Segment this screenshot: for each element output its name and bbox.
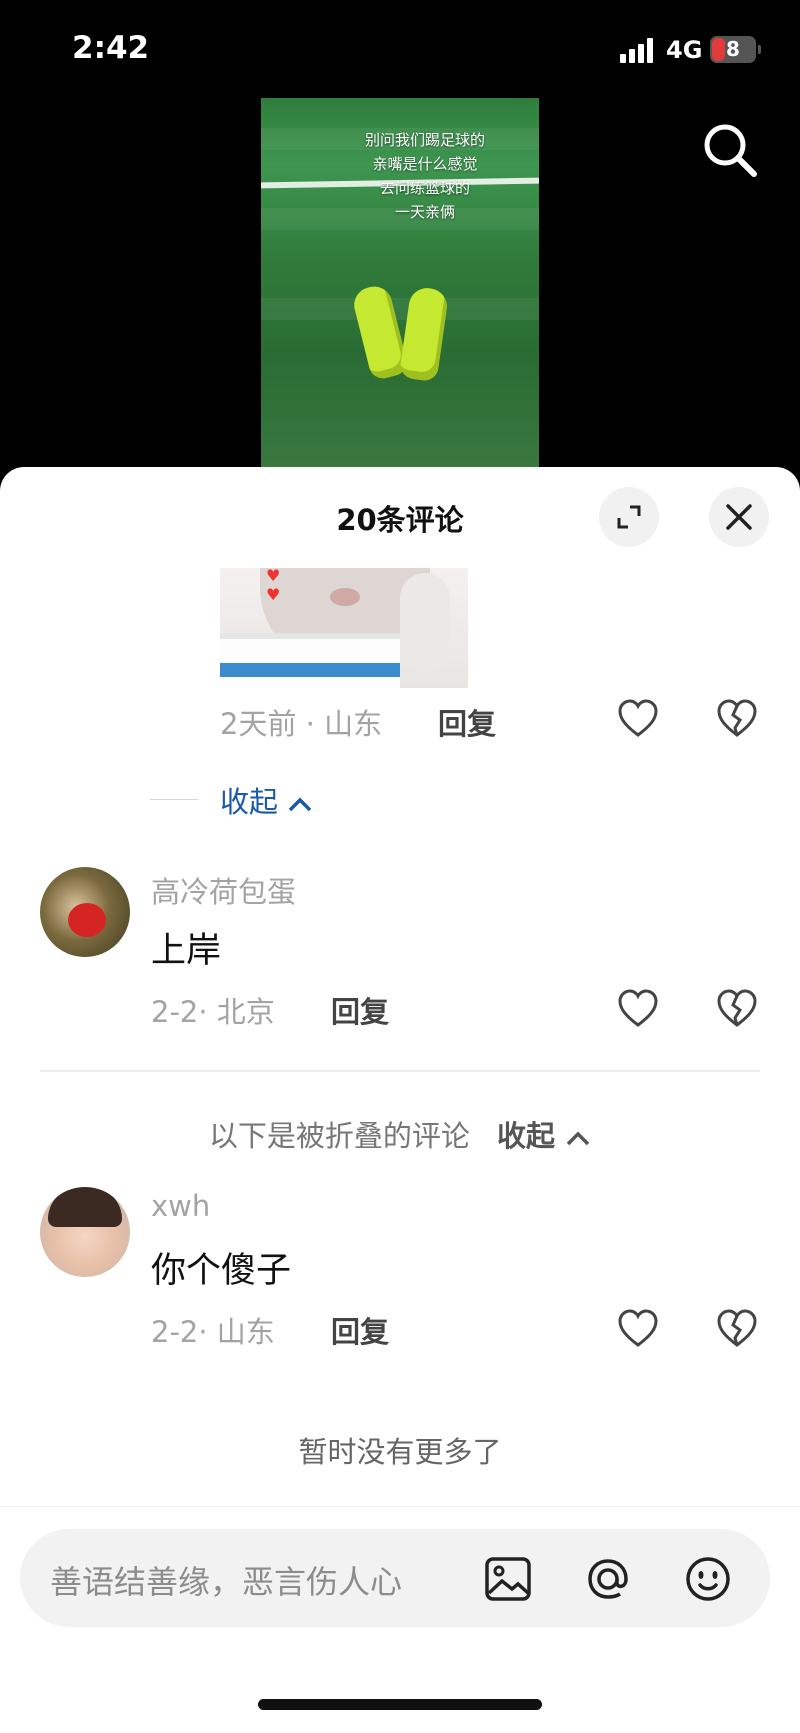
caption-line: 去问练篮球的 [379,179,470,197]
signal-icon [620,37,656,63]
folded-collapse-label: 收起 [497,1119,556,1153]
folded-comments-label: 以下是被折叠的评论 [208,1119,470,1153]
emoji-icon[interactable] [682,1553,734,1605]
comment-input[interactable]: 善语结善缘，恶言伤人心 [20,1529,770,1627]
reply-meta: 2天前 · 山东 [220,707,383,741]
heart-icon[interactable] [616,1307,660,1351]
battery-icon: 8 [710,36,761,63]
comment-meta: 2-2· 山东 [151,1315,275,1349]
close-button[interactable] [709,487,769,547]
caption-line: 亲嘴是什么感觉 [372,155,478,173]
image-icon[interactable] [482,1553,534,1605]
folded-collapse-button[interactable]: 收起 [497,1119,591,1153]
sticker-image[interactable]: ♥ ♥ [220,568,468,688]
at-icon[interactable] [582,1553,634,1605]
video-thumbnail[interactable]: 别问我们踢足球的 亲嘴是什么感觉 去问练篮球的 一天亲俩 [261,98,539,468]
network-label: 4G [666,36,703,64]
reply-button[interactable]: 回复 [331,1309,389,1351]
comment-meta: 2-2· 北京 [151,995,275,1029]
broken-heart-icon[interactable] [715,1307,759,1351]
broken-heart-icon[interactable] [715,987,759,1031]
broken-heart-icon[interactable] [715,697,759,741]
close-icon [726,504,752,530]
caption-line: 一天亲俩 [394,203,455,221]
status-time: 2:42 [72,30,150,66]
collapse-replies-button[interactable]: 收起 [220,779,313,821]
comment-text: 你个傻子 [151,1251,292,1291]
avatar[interactable] [40,867,130,957]
section-divider [40,1070,760,1072]
video-caption: 别问我们踢足球的 亲嘴是什么感觉 去问练篮球的 一天亲俩 [261,128,539,224]
heart-icon[interactable] [616,987,660,1031]
comment-username[interactable]: xwh [151,1189,210,1223]
collapse-label: 收起 [220,785,279,819]
chevron-up-icon [566,1131,590,1146]
search-icon [704,124,757,177]
caption-line: 别问我们踢足球的 [364,131,485,149]
comments-title: 20条评论 [336,503,464,537]
heart-icon[interactable] [616,697,660,741]
avatar[interactable] [40,1187,130,1277]
battery-level: 8 [726,37,740,61]
comment-username[interactable]: 高冷荷包蛋 [151,869,296,911]
folded-comments-row: 以下是被折叠的评论 收起 [0,1113,800,1155]
reply-button[interactable]: 回复 [438,701,496,743]
reply-button[interactable]: 回复 [331,989,389,1031]
comment-text: 上岸 [151,931,222,971]
shoes-image [350,282,451,396]
collapse-divider [150,799,198,800]
home-indicator[interactable] [258,1699,542,1710]
chevron-up-icon [288,797,312,812]
comment-input-placeholder: 善语结善缘，恶言伤人心 [50,1563,403,1601]
status-bar: 2:42 4G 8 [0,0,800,100]
input-divider [0,1506,800,1507]
expand-button[interactable] [599,487,659,547]
comments-sheet: 20条评论 ♥ ♥ 2天前 · 山东 回复 收起 高冷荷包蛋 上岸 2-2· 北… [0,467,800,1733]
search-button[interactable] [700,120,760,180]
expand-icon [617,505,641,529]
no-more-label: 暂时没有更多了 [298,1435,502,1469]
